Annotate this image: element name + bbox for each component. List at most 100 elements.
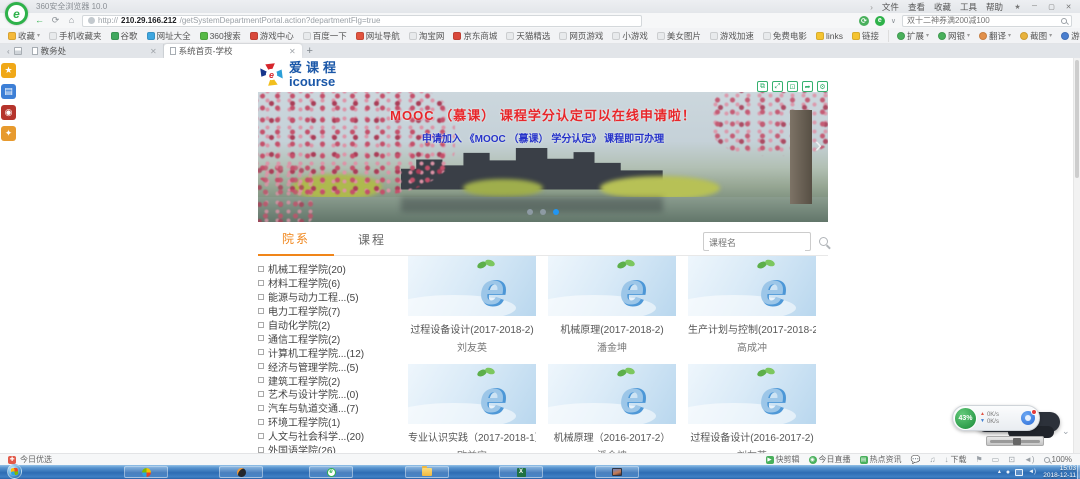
daily-picks-link[interactable]: 今日优选 — [20, 454, 52, 465]
shield-icon[interactable] — [1021, 411, 1035, 425]
toolbar-item[interactable]: 网银 ▾ — [938, 30, 970, 42]
favorites-star-icon[interactable]: ★ — [1, 63, 16, 78]
bookmark-item[interactable]: 游戏中心 — [250, 30, 294, 42]
tools-box-icon[interactable]: ✦ — [1, 126, 16, 141]
360-browser-logo-icon[interactable]: e — [5, 2, 28, 25]
flag-icon[interactable]: ⚑ — [976, 456, 983, 464]
slider-knob[interactable] — [1013, 438, 1021, 445]
window-icon[interactable]: ▭ — [992, 456, 1000, 464]
display-icon[interactable]: ⊡ — [1008, 456, 1015, 464]
department-item[interactable]: 建筑工程学院(2) — [258, 373, 408, 387]
bookmark-item[interactable]: 谷歌 — [111, 30, 138, 42]
bookmark-item[interactable]: 游戏加速 — [710, 30, 754, 42]
department-item[interactable]: 人文与社会科学...(20) — [258, 429, 408, 443]
memory-usage-ball[interactable]: 43% — [954, 407, 977, 430]
tab-close-icon[interactable]: ✕ — [289, 47, 296, 56]
fullscreen-icon[interactable]: ⤢ — [772, 81, 783, 92]
toolbar-item[interactable]: 游戏 ▾ — [1061, 30, 1080, 42]
taskbar-item-360-browser[interactable]: e — [309, 466, 353, 478]
department-item[interactable]: 机械工程学院(20) — [258, 262, 408, 276]
menu-item[interactable]: 帮助 — [986, 1, 1003, 13]
bookmark-item[interactable]: 网页游戏 — [559, 30, 603, 42]
network-icon[interactable] — [1015, 469, 1023, 476]
course-search-field[interactable] — [703, 232, 811, 251]
bookmark-item[interactable]: 网址导航 — [356, 30, 400, 42]
scrollbar[interactable] — [1073, 58, 1080, 453]
music-note-icon[interactable]: ♫ — [930, 456, 936, 464]
course-card[interactable]: e e 机械原理（2016-2017-2） 潘金坤 — [548, 364, 676, 453]
chat-bubble-icon[interactable]: 💬 — [911, 456, 921, 464]
tray-app-icon[interactable]: ● — [1006, 469, 1010, 476]
menu-item[interactable]: 收藏 — [934, 1, 951, 13]
start-button[interactable] — [7, 464, 22, 479]
tab-close-icon[interactable]: ✕ — [150, 47, 157, 56]
taskbar-item-dark-browser[interactable] — [219, 466, 263, 478]
browser-search-input[interactable] — [907, 16, 1061, 25]
share-icon[interactable]: ➦ — [802, 81, 813, 92]
carousel-dot[interactable] — [540, 209, 546, 215]
course-card[interactable]: e e 过程设备设计(2017-2018-2) 刘友英 — [408, 256, 536, 354]
refresh-button[interactable]: ⟳ — [50, 14, 61, 27]
dropdown-arrow-icon[interactable]: ∨ — [891, 17, 896, 25]
new-tab-button[interactable]: + — [302, 44, 318, 58]
bookmark-item[interactable]: 京东商城 — [453, 30, 497, 42]
zoom-control[interactable]: 100% — [1044, 455, 1072, 464]
bookmark-item[interactable]: 网址大全 — [147, 30, 191, 42]
menu-item[interactable]: 文件 — [882, 1, 899, 13]
department-item[interactable]: 汽车与轨道交通...(7) — [258, 401, 408, 415]
site-logo[interactable]: e 爱课程 icourse — [258, 61, 340, 88]
browser-tab[interactable]: 系统首页-学校 ✕ — [164, 44, 302, 58]
taskbar-item-explorer[interactable] — [405, 466, 449, 478]
carousel-dot[interactable] — [553, 209, 559, 215]
hidden-icons-arrow[interactable]: ▴ — [998, 469, 1001, 475]
bookmark-item[interactable]: links — [816, 31, 843, 41]
bookmark-item[interactable]: 免费电影 — [763, 30, 807, 42]
bookmark-item[interactable]: 手机收藏夹 — [49, 30, 102, 42]
bookmark-item[interactable]: 天猫精选 — [506, 30, 550, 42]
department-item[interactable]: 自动化学院(2) — [258, 318, 408, 332]
maximize-button[interactable]: ▢ — [1043, 1, 1060, 13]
url-field[interactable]: http://210.29.166.212/getSystemDepartmen… — [82, 15, 642, 27]
settings-gear-icon[interactable]: ⚙ — [817, 81, 828, 92]
media-record-icon[interactable]: ◉ — [1, 105, 16, 120]
toolbar-item[interactable]: 扩展 ▾ — [897, 30, 929, 42]
taskbar-clock[interactable]: 15:03 2018-12-11 — [1043, 465, 1076, 479]
section-tab[interactable]: 课程 — [334, 231, 410, 255]
favorite-star-icon[interactable]: ★ — [1009, 1, 1026, 13]
minimize-button[interactable]: ─ — [1026, 1, 1043, 13]
section-tab[interactable]: 院系 — [258, 230, 334, 256]
quick-clip-button[interactable]: ▶快剪辑 — [766, 454, 800, 465]
department-item[interactable]: 外国语学院(26) — [258, 443, 408, 453]
course-search-input[interactable] — [709, 235, 805, 252]
extension-refresh-icon[interactable]: ⟳ — [859, 16, 869, 26]
volume-slider[interactable] — [986, 436, 1044, 446]
tab-scroll-left-icon[interactable]: ‹ — [7, 47, 10, 56]
frame-icon[interactable]: ⧉ — [757, 81, 768, 92]
scrollbar-thumb[interactable] — [1075, 60, 1079, 178]
search-icon[interactable] — [819, 237, 828, 246]
live-button[interactable]: ◉今日直播 — [809, 454, 851, 465]
bookmark-item[interactable]: 百度一下 — [303, 30, 347, 42]
department-item[interactable]: 通信工程学院(2) — [258, 331, 408, 345]
department-item[interactable]: 计算机工程学院...(12) — [258, 345, 408, 359]
browser-tab[interactable]: 教务处 ✕ — [26, 44, 164, 58]
course-card[interactable]: e e 机械原理(2017-2018-2) 潘金坤 — [548, 256, 676, 354]
department-item[interactable]: 艺术与设计学院...(0) — [258, 387, 408, 401]
news-button[interactable]: ▤热点资讯 — [860, 454, 902, 465]
course-card[interactable]: e e 过程设备设计(2016-2017-2) 刘友英 — [688, 364, 816, 453]
bookmark-item[interactable]: 淘宝网 — [409, 30, 445, 42]
department-item[interactable]: 环境工程学院(1) — [258, 415, 408, 429]
close-button[interactable]: ✕ — [1060, 1, 1077, 13]
taskbar-item-excel[interactable]: X — [499, 466, 543, 478]
browser-search-box[interactable] — [902, 15, 1072, 27]
home-button[interactable]: ⌂ — [66, 14, 77, 27]
course-card[interactable]: e e 专业认识实践（2017-2018-1） 欧益宝 — [408, 364, 536, 453]
slider-track[interactable] — [990, 440, 1040, 443]
app-panel-icon[interactable]: ▤ — [1, 84, 16, 99]
accelerator-pill[interactable]: 43% ▲0K/s ▼0K/s — [952, 405, 1040, 431]
menu-item[interactable]: 工具 — [960, 1, 977, 13]
bookmark-item[interactable]: 美女图片 — [657, 30, 701, 42]
department-item[interactable]: 经济与管理学院...(5) — [258, 359, 408, 373]
back-button[interactable]: ← — [34, 14, 45, 27]
extension-360-icon[interactable]: e — [875, 16, 885, 26]
